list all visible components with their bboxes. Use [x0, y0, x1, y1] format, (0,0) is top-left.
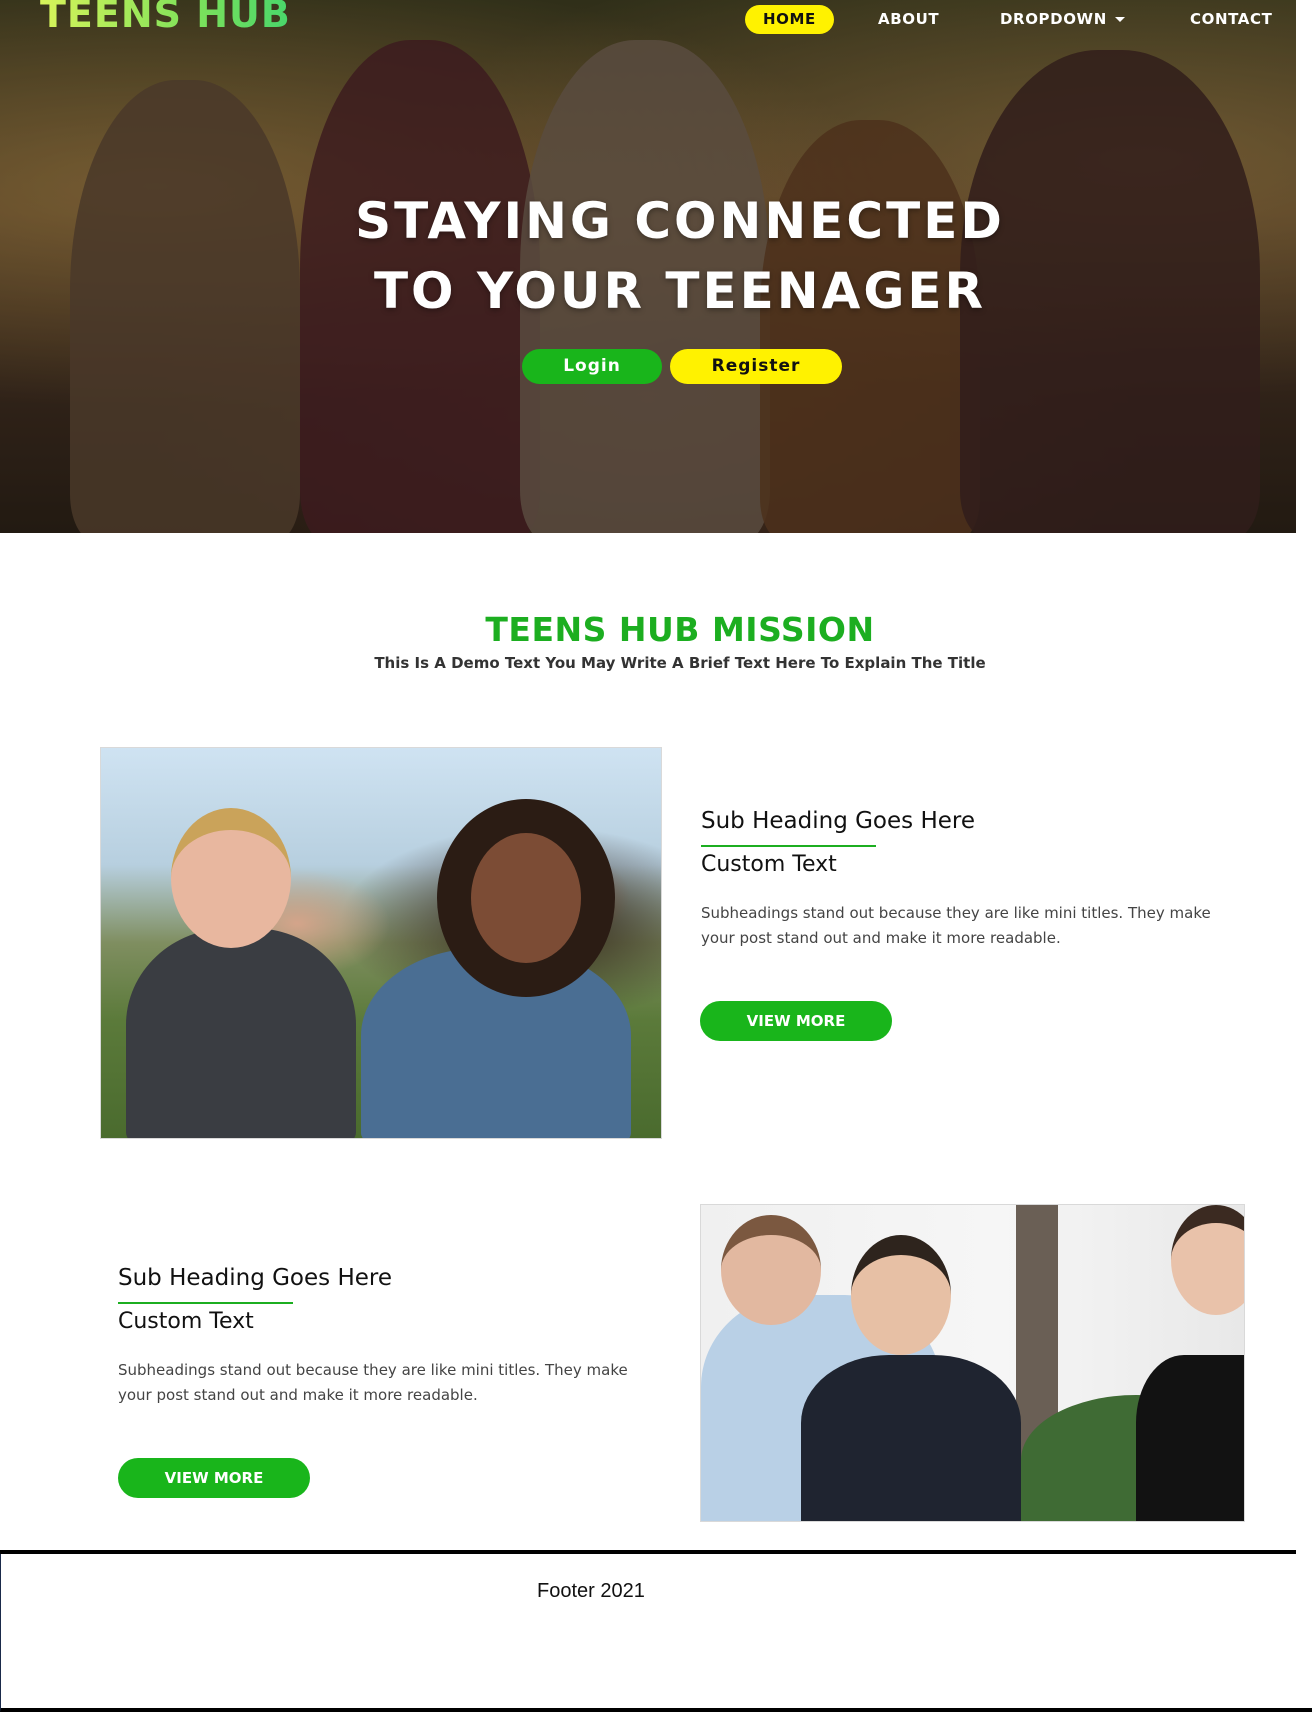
nav-home[interactable]: HOME	[745, 5, 834, 34]
feature-subheading: Custom Text	[701, 852, 837, 877]
brand-logo[interactable]: TEENS HUB	[40, 0, 291, 36]
login-button[interactable]: Login	[522, 349, 662, 384]
feature-heading-rule	[118, 1302, 293, 1304]
photo-shape	[471, 833, 581, 963]
photo-shape	[801, 1355, 1021, 1521]
mission-title: TEENS HUB MISSION	[485, 610, 875, 649]
footer	[0, 1554, 1312, 1712]
nav-contact[interactable]: CONTACT	[1190, 5, 1272, 34]
view-more-button[interactable]: VIEW MORE	[118, 1458, 310, 1498]
photo-shape	[1136, 1355, 1244, 1521]
feature-image-teen-boys	[700, 1204, 1245, 1522]
feature-heading: Sub Heading Goes Here	[118, 1265, 392, 1291]
feature-subheading: Custom Text	[118, 1309, 254, 1334]
feature-heading-rule	[701, 845, 876, 847]
feature-body: Subheadings stand out because they are l…	[118, 1361, 628, 1404]
caret-down-icon	[1114, 17, 1125, 22]
photo-shape	[361, 948, 631, 1138]
hero-banner: TEENS HUB HOME ABOUT DROPDOWN CONTACT ST…	[0, 0, 1296, 533]
photo-shape	[1171, 1205, 1244, 1315]
register-button[interactable]: Register	[670, 349, 842, 384]
nav-dropdown[interactable]: DROPDOWN	[1000, 5, 1125, 34]
hero-title-line1: STAYING CONNECTED	[355, 192, 1005, 250]
feature-image-teens-laughing	[100, 747, 662, 1139]
photo-shape	[126, 928, 356, 1138]
nav-about[interactable]: ABOUT	[878, 5, 939, 34]
photo-shape	[721, 1215, 821, 1325]
nav-dropdown-label: DROPDOWN	[1000, 10, 1107, 28]
hero-title: STAYING CONNECTED TO YOUR TEENAGER	[0, 186, 1296, 326]
hero-title-line2: TO YOUR TEENAGER	[373, 262, 987, 320]
photo-shape	[171, 808, 291, 948]
feature-body: Subheadings stand out because they are l…	[701, 904, 1211, 947]
photo-shape	[851, 1235, 951, 1355]
view-more-button[interactable]: VIEW MORE	[700, 1001, 892, 1041]
main-nav: HOME ABOUT DROPDOWN CONTACT	[745, 5, 1290, 35]
mission-subtitle: This Is A Demo Text You May Write A Brie…	[374, 654, 986, 672]
feature-heading: Sub Heading Goes Here	[701, 808, 975, 834]
footer-text: Footer 2021	[537, 1580, 645, 1602]
